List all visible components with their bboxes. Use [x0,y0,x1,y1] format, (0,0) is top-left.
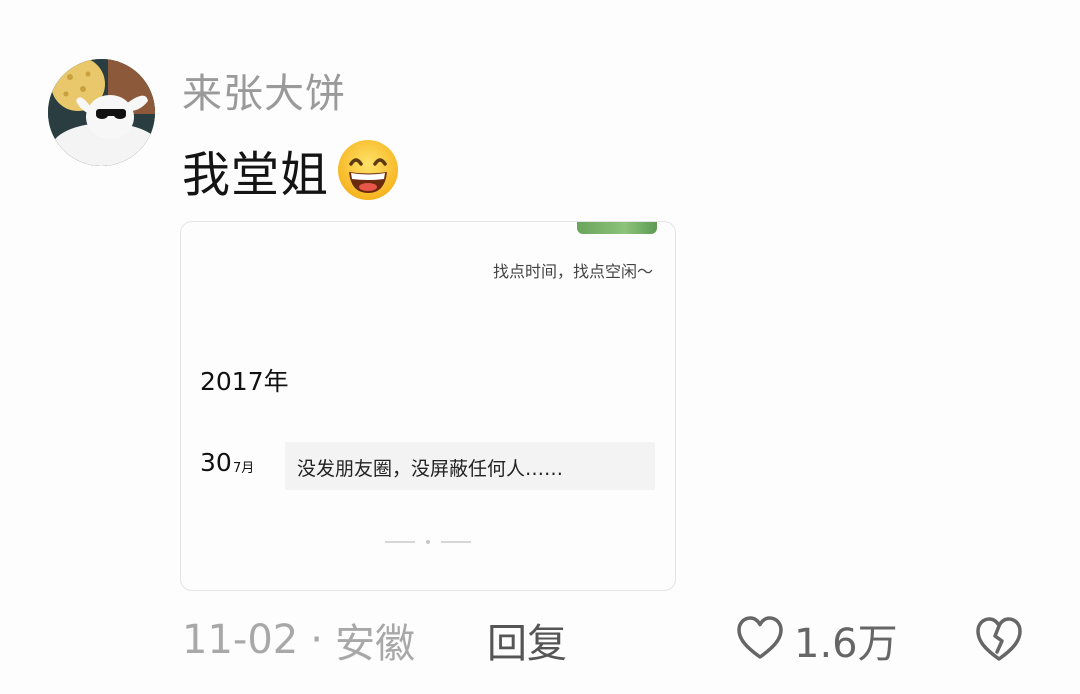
like-button[interactable]: 1.6万 [736,612,898,668]
moments-year: 2017年 [200,367,289,396]
like-count: 1.6万 [794,621,898,667]
comment-date: 11-02 [182,617,299,663]
comment-text: 我堂姐 [182,147,330,203]
moments-post: 没发朋友圈，没屏蔽任何人…… [285,442,655,490]
comment-meta: 11-02 · 安徽 [182,612,415,668]
pager-line-left [385,541,415,543]
username[interactable]: 来张大饼 [182,70,346,118]
pager-line-right [441,541,471,543]
comment-location: 安徽 [334,621,415,667]
grinning-face-icon [335,137,401,203]
meta-separator: · [310,617,323,663]
comment-text-row: 我堂姐 [182,137,401,203]
pager-indicator [385,540,471,544]
moments-signature: 找点时间，找点空闲～ [492,262,653,281]
cover-photo-strip [577,222,657,234]
screenshot-image-card[interactable]: 找点时间，找点空闲～ 2017年 30 7月 没发朋友圈，没屏蔽任何人…… [180,221,676,591]
avatar[interactable] [48,59,155,166]
moments-day: 30 [200,448,232,477]
heart-icon [736,615,784,665]
moments-post-text: 没发朋友圈，没屏蔽任何人…… [297,458,564,480]
broken-heart-icon [976,617,1022,661]
avatar-image [48,59,155,166]
dislike-button[interactable] [974,614,1024,664]
moments-month: 7月 [233,461,255,476]
reply-button[interactable]: 回复 [487,612,567,668]
pager-dot [426,540,430,544]
